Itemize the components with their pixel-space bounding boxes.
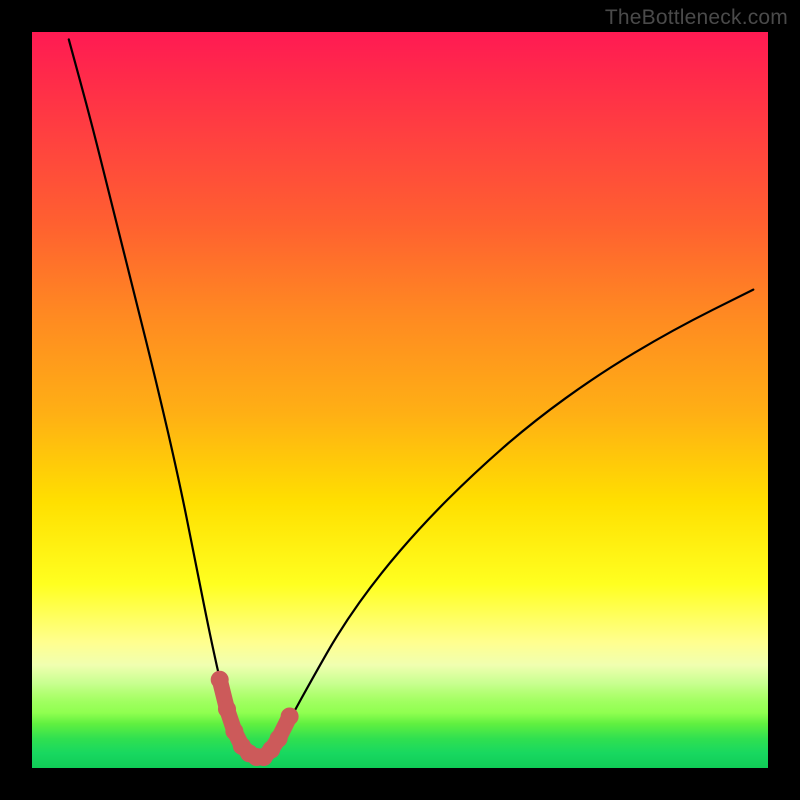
trough-markers (211, 671, 299, 766)
trough-marker (218, 700, 236, 718)
trough-marker (270, 730, 288, 748)
trough-marker (281, 708, 299, 726)
curve-svg (32, 32, 768, 768)
chart-frame: TheBottleneck.com (0, 0, 800, 800)
watermark-text: TheBottleneck.com (605, 6, 788, 30)
trough-marker (211, 671, 229, 689)
bottleneck-curve-path (69, 39, 754, 757)
plot-area (32, 32, 768, 768)
